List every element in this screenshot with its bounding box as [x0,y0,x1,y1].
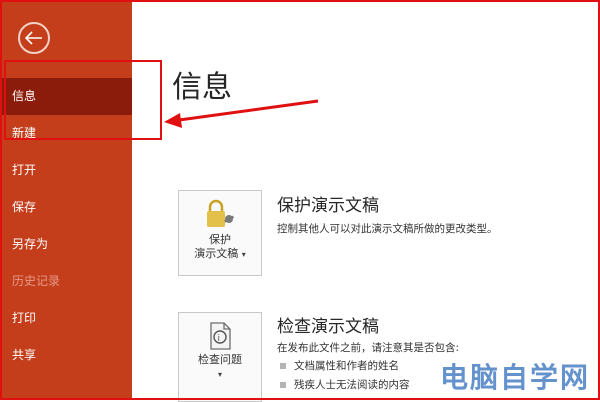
annotation-arrow [164,99,319,128]
